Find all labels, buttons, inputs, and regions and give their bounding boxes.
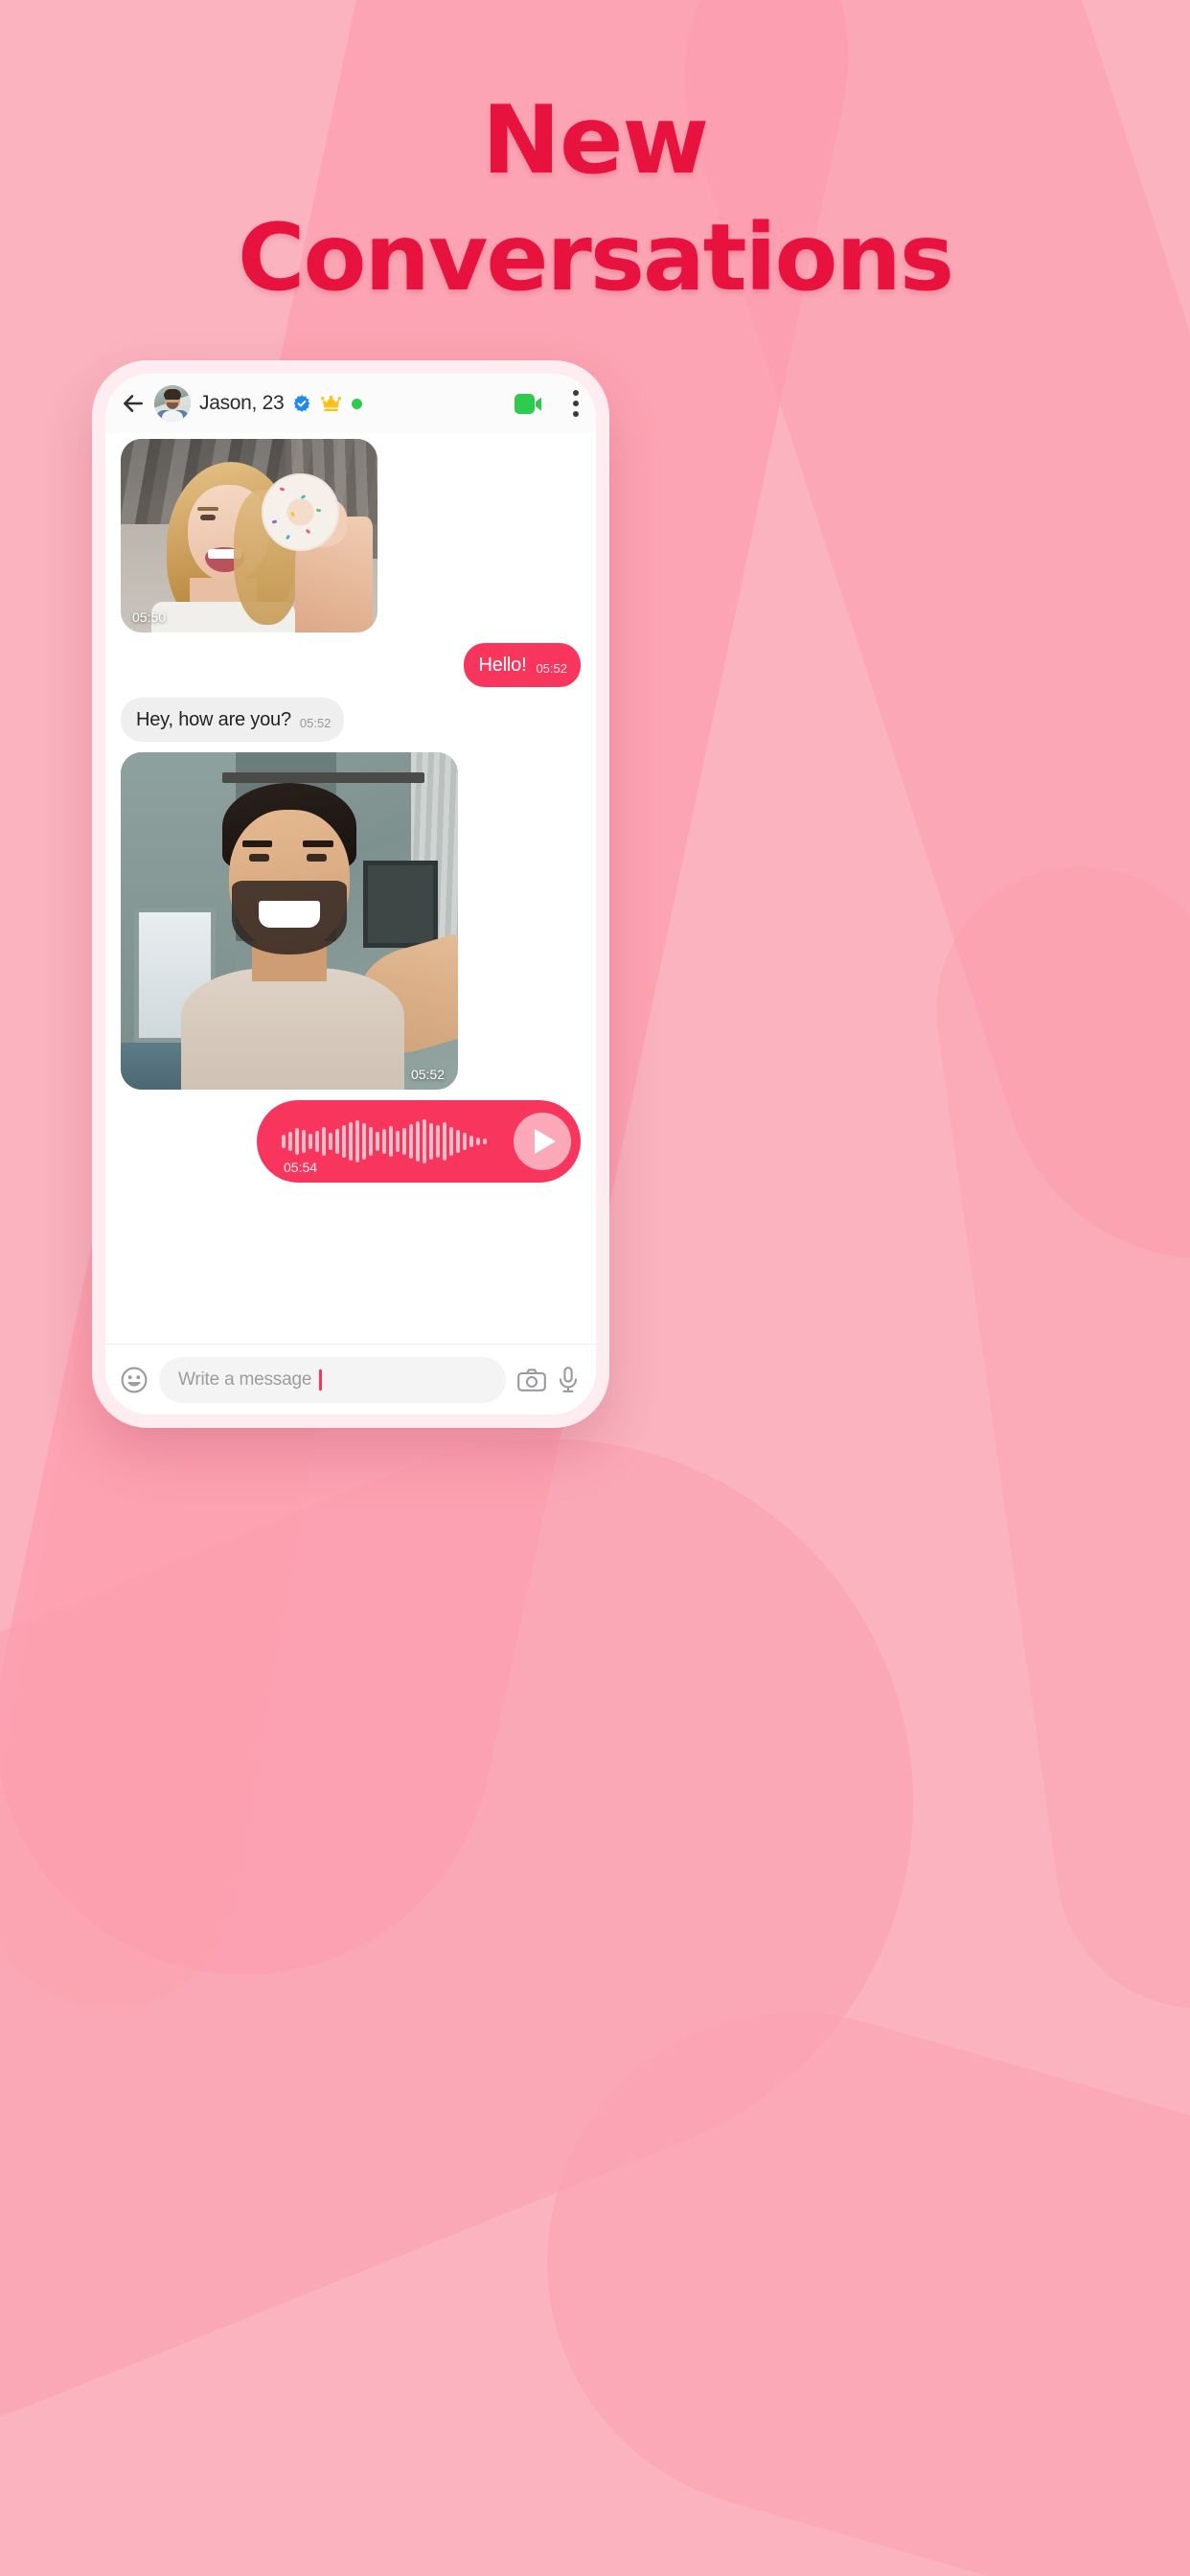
phone-mockup: Jason, 23 05:50 Hello! 05:52 Hey, how ar…: [92, 360, 609, 1428]
message-row: Hello! 05:52: [121, 643, 581, 687]
online-status-dot: [352, 398, 363, 409]
background-swirl: [917, 847, 1190, 2028]
waveform-bar: [362, 1123, 366, 1160]
voice-waveform: [282, 1119, 508, 1163]
voice-timestamp: 05:54: [284, 1160, 318, 1175]
kebab-menu-icon[interactable]: [573, 390, 579, 417]
waveform-bar: [322, 1127, 326, 1156]
microphone-icon[interactable]: [558, 1366, 579, 1393]
play-icon: [534, 1129, 556, 1154]
chat-partner-name: Jason, 23: [199, 392, 285, 414]
message-text: Hey, how are you?: [136, 709, 291, 730]
video-camera-icon[interactable]: [515, 393, 543, 414]
photo-message-donut[interactable]: 05:50: [121, 439, 378, 632]
message-row: 05:52: [121, 752, 581, 1090]
verified-badge-icon: [294, 395, 310, 412]
waveform-bar: [416, 1121, 420, 1162]
emoji-smiley-icon[interactable]: [121, 1367, 148, 1393]
camera-icon[interactable]: [517, 1368, 546, 1392]
text-caret: [319, 1368, 323, 1391]
avatar[interactable]: [154, 385, 191, 422]
promo-screenshot: New Conversations Jason, 23 05:50 Hello!…: [0, 0, 1190, 2576]
waveform-bar: [309, 1134, 312, 1149]
message-row: Hey, how are you? 05:52: [121, 698, 581, 742]
message-list[interactable]: 05:50 Hello! 05:52 Hey, how are you? 05:…: [105, 433, 596, 1344]
waveform-bar: [389, 1126, 393, 1157]
waveform-bar: [369, 1127, 373, 1156]
waveform-bar: [436, 1125, 440, 1158]
waveform-bar: [483, 1138, 487, 1144]
waveform-bar: [382, 1129, 386, 1154]
crown-icon: [321, 395, 342, 411]
waveform-bar: [349, 1122, 353, 1161]
waveform-bar: [396, 1131, 400, 1152]
headline-line-1: New: [481, 86, 709, 196]
waveform-bar: [409, 1124, 413, 1159]
incoming-text-bubble[interactable]: Hey, how are you? 05:52: [121, 698, 345, 742]
waveform-bar: [342, 1125, 346, 1158]
waveform-bar: [423, 1119, 426, 1163]
waveform-bar: [449, 1127, 453, 1156]
back-arrow-icon[interactable]: [121, 391, 146, 416]
message-timestamp: 05:52: [299, 716, 332, 730]
headline-line-2: Conversations: [238, 204, 954, 311]
message-timestamp: 05:52: [536, 661, 567, 676]
waveform-bar: [302, 1130, 306, 1153]
waveform-bar: [355, 1120, 359, 1162]
waveform-bar: [456, 1130, 460, 1153]
waveform-bar: [295, 1128, 299, 1155]
waveform-bar: [476, 1138, 480, 1145]
waveform-bar: [288, 1132, 292, 1151]
outgoing-text-bubble[interactable]: Hello! 05:52: [463, 643, 581, 687]
photo-timestamp: 05:52: [410, 1067, 445, 1082]
waveform-bar: [429, 1123, 433, 1160]
voice-message-bubble[interactable]: 05:54: [257, 1100, 581, 1183]
message-composer: Write a message: [105, 1344, 596, 1414]
message-row: 05:50: [121, 439, 581, 632]
play-button[interactable]: [514, 1113, 571, 1170]
photo-message-selfie[interactable]: 05:52: [121, 752, 458, 1090]
message-row: 05:54: [121, 1100, 581, 1183]
message-input-field[interactable]: Write a message: [159, 1356, 506, 1403]
message-input-placeholder: Write a message: [178, 1368, 312, 1390]
phone-screen: Jason, 23 05:50 Hello! 05:52 Hey, how ar…: [105, 374, 596, 1414]
waveform-bar: [329, 1133, 332, 1150]
waveform-bar: [315, 1131, 319, 1152]
photo-timestamp: 05:50: [132, 610, 167, 625]
waveform-bar: [443, 1122, 446, 1161]
chat-header: Jason, 23: [105, 374, 596, 433]
waveform-bar: [282, 1135, 286, 1148]
waveform-bar: [402, 1128, 406, 1155]
waveform-bar: [335, 1129, 339, 1154]
waveform-bar: [376, 1132, 379, 1151]
waveform-bar: [469, 1136, 473, 1147]
message-text: Hello!: [478, 655, 527, 676]
waveform-bar: [463, 1133, 467, 1150]
promo-headline: New Conversations: [0, 82, 1190, 316]
